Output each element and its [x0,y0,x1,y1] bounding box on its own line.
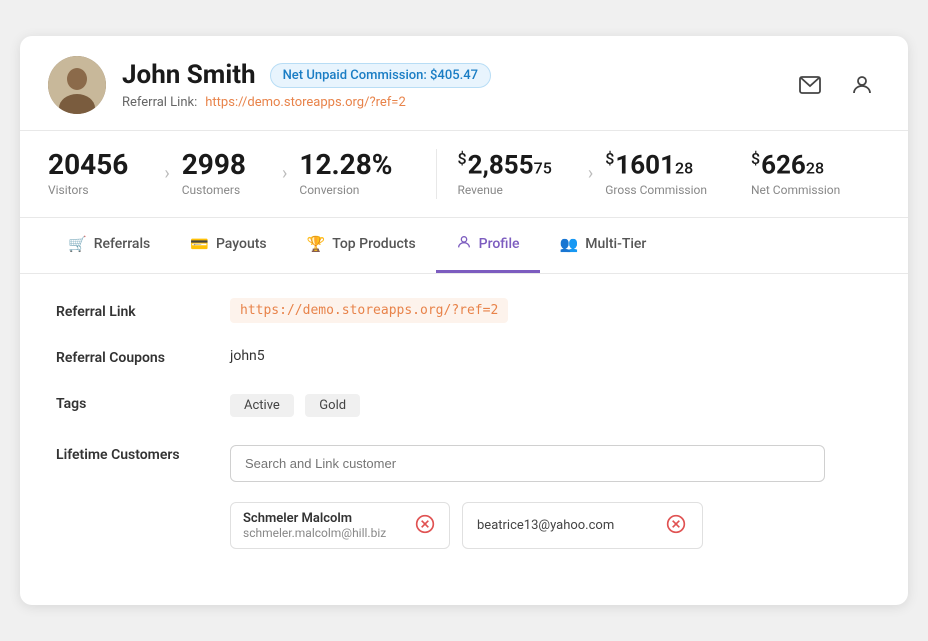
stat-gross-commission: $160128 Gross Commission [605,151,731,197]
stat-conversion: 12.28% Conversion [299,151,416,197]
multi-tier-icon: 👥 [560,235,579,253]
gross-commission-value: $160128 [605,151,707,179]
customer-email: beatrice13@yahoo.com [477,518,614,533]
tab-referrals[interactable]: 🛒 Referrals [48,218,170,273]
remove-customer-button[interactable] [413,514,437,538]
tab-payouts[interactable]: 💳 Payouts [170,218,286,273]
gross-commission-label: Gross Commission [605,183,707,197]
tag-gold: Gold [305,394,360,417]
referral-link-text: https://demo.storeapps.org/?ref=2 [230,298,508,323]
stats-section: 20456 Visitors › 2998 Customers › 12.28%… [20,131,908,218]
referral-link-value: https://demo.storeapps.org/?ref=2 [230,302,872,318]
tags-label: Tags [56,394,206,412]
lifetime-customers-label: Lifetime Customers [56,445,206,482]
user-name: John Smith Net Unpaid Commission: $405.4… [122,60,491,90]
customer-info: Schmeler Malcolm schmeler.malcolm@hill.b… [243,511,386,540]
user-icon-button[interactable] [844,67,880,103]
stat-customers: 2998 Customers › [182,151,300,197]
main-card: John Smith Net Unpaid Commission: $405.4… [20,36,908,605]
header-section: John Smith Net Unpaid Commission: $405.4… [20,36,908,131]
commission-badge: Net Unpaid Commission: $405.47 [270,63,491,88]
customers-list: Schmeler Malcolm schmeler.malcolm@hill.b… [230,502,703,549]
customers-label: Customers [182,183,246,197]
conversion-label: Conversion [299,183,392,197]
header-icons [792,67,880,103]
payouts-icon: 💳 [190,235,209,253]
referral-coupons-label: Referral Coupons [56,348,206,366]
customer-name: Schmeler Malcolm [243,511,386,526]
tabs-bar: 🛒 Referrals 💳 Payouts 🏆 Top Products Pro… [20,218,908,274]
revenue-value: $2,85575 [457,151,551,179]
visitors-value: 20456 [48,151,128,179]
referral-coupons-value: john5 [230,348,872,364]
customer-chip: Schmeler Malcolm schmeler.malcolm@hill.b… [230,502,450,549]
avatar [48,56,106,114]
net-commission-value: $62628 [751,151,840,179]
customer-chip: beatrice13@yahoo.com [462,502,703,549]
tag-active: Active [230,394,294,417]
stat-net-commission: $62628 Net Commission [731,151,864,197]
field-referral-coupons: Referral Coupons john5 [56,348,872,366]
profile-icon [456,234,472,254]
field-referral-link: Referral Link https://demo.storeapps.org… [56,302,872,320]
referrals-icon: 🛒 [68,235,87,253]
arrow-icon: › [270,165,299,183]
header-left: John Smith Net Unpaid Commission: $405.4… [48,56,491,114]
visitors-label: Visitors [48,183,128,197]
header-info: John Smith Net Unpaid Commission: $405.4… [122,60,491,110]
customers-value: 2998 [182,151,246,179]
stats-divider [436,149,437,199]
tags-value: Active Gold [230,394,872,417]
net-commission-label: Net Commission [751,183,840,197]
stat-revenue: $2,85575 Revenue › [457,151,605,197]
field-lifetime-customers: Lifetime Customers Schmeler Malcolm schm… [56,445,872,549]
remove-customer-button[interactable] [664,514,688,538]
arrow-icon: › [152,165,181,183]
tab-profile[interactable]: Profile [436,218,540,273]
header-referral-link: Referral Link: https://demo.storeapps.or… [122,95,491,110]
profile-content: Referral Link https://demo.storeapps.org… [20,274,908,605]
top-products-icon: 🏆 [307,235,326,253]
customer-email: schmeler.malcolm@hill.biz [243,526,386,540]
revenue-label: Revenue [457,183,551,197]
field-tags: Tags Active Gold [56,394,872,417]
email-icon-button[interactable] [792,67,828,103]
conversion-value: 12.28% [299,151,392,179]
referral-link-label: Referral Link [56,302,206,320]
tab-top-products[interactable]: 🏆 Top Products [287,218,436,273]
stat-visitors: 20456 Visitors › [48,151,182,197]
search-customer-input[interactable] [230,445,825,482]
arrow-icon: › [576,165,605,183]
tab-multi-tier[interactable]: 👥 Multi-Tier [540,218,667,273]
